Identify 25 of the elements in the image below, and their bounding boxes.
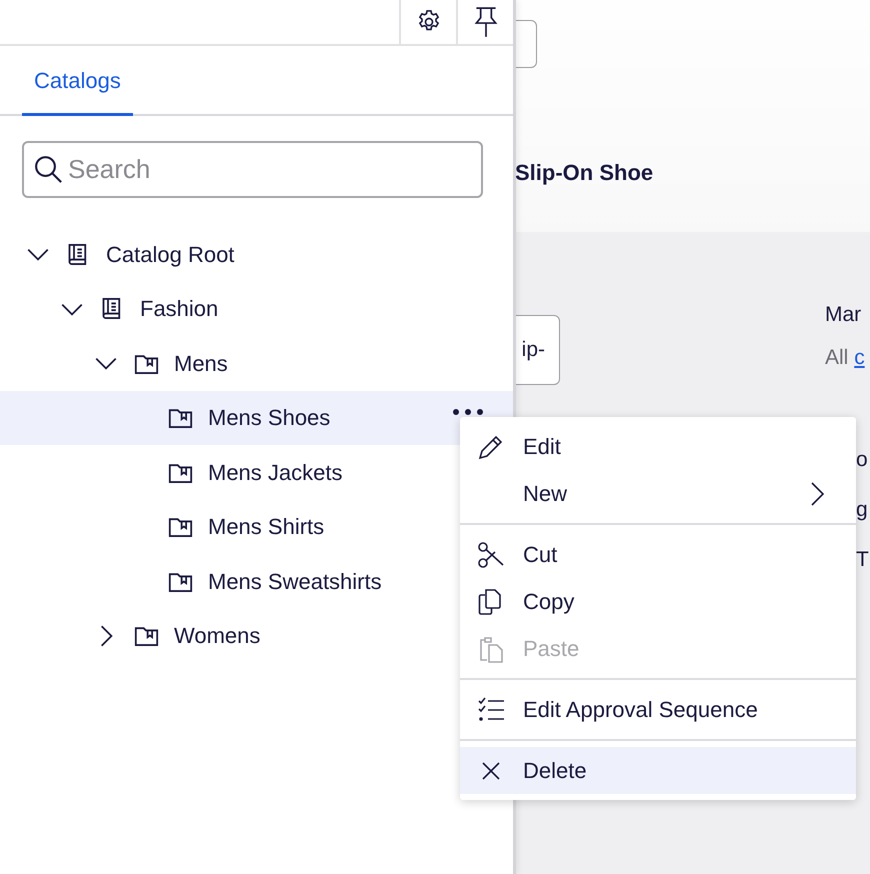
- menu-item[interactable]: Delete: [460, 747, 856, 794]
- field-label: T: [856, 547, 869, 573]
- menu-item[interactable]: Edit: [460, 423, 856, 470]
- search-field[interactable]: Search: [22, 141, 483, 198]
- tree-item[interactable]: Mens Shoes: [0, 390, 513, 445]
- product-title: Slip-On Shoe: [515, 159, 654, 187]
- menu-item[interactable]: Edit Approval Sequence: [460, 686, 856, 733]
- name-field[interactable]: ip-: [515, 315, 560, 385]
- more-icon: [452, 406, 484, 416]
- catalogs-tab[interactable]: Catalogs: [22, 48, 133, 116]
- menu-item[interactable]: New: [460, 470, 856, 517]
- menu-item[interactable]: Cut: [460, 531, 856, 578]
- pin-icon: [472, 6, 498, 38]
- menu-item[interactable]: Copy: [460, 578, 856, 625]
- scissors-icon: [476, 540, 506, 570]
- tree-item[interactable]: Fashion: [0, 282, 513, 336]
- hint-text: All: [825, 346, 848, 369]
- hint-link[interactable]: c: [854, 346, 865, 369]
- settings-button[interactable]: [399, 0, 456, 44]
- field-label: g: [856, 497, 868, 523]
- tree-item[interactable]: Mens: [0, 336, 513, 390]
- pin-button[interactable]: [456, 0, 513, 44]
- field-label: Mar: [825, 302, 862, 328]
- field-label: o: [856, 447, 868, 473]
- tree-item[interactable]: Catalog Root: [0, 227, 513, 282]
